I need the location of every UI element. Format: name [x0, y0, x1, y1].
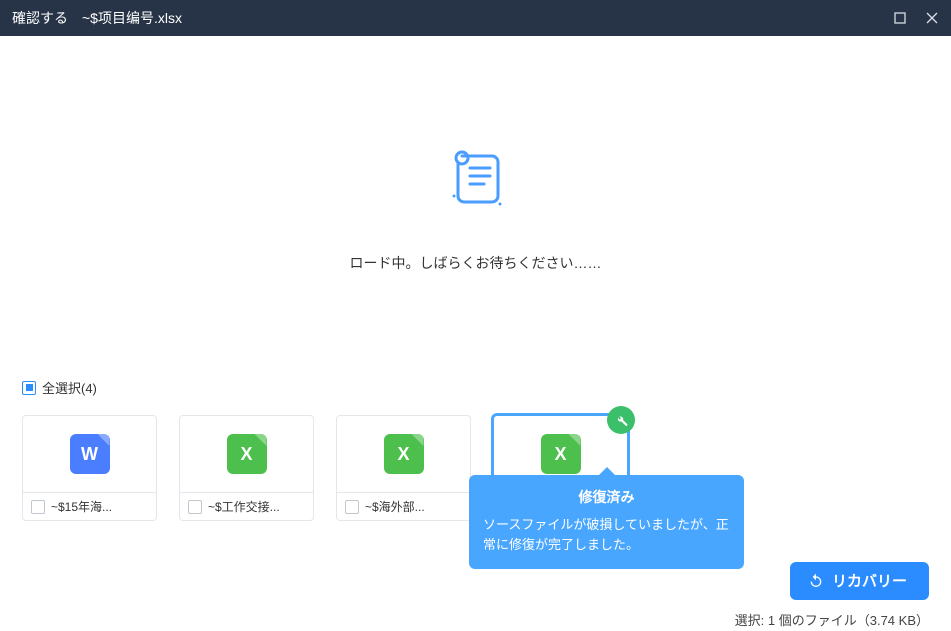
select-all-row: 全選択(4) — [22, 378, 929, 397]
file-checkbox[interactable] — [345, 500, 359, 514]
file-checkbox[interactable] — [188, 500, 202, 514]
document-scroll-icon — [440, 142, 512, 219]
file-preview: X — [337, 416, 470, 492]
select-all-label: 全選択(4) — [42, 378, 97, 397]
file-card-footer: ~$15年海... — [23, 492, 156, 520]
file-name: ~$海外部... — [365, 498, 462, 515]
close-button[interactable] — [925, 11, 939, 25]
loading-text: ロード中。しばらくお待ちください…… — [350, 253, 602, 273]
restore-icon — [808, 573, 824, 589]
loading-zone: ロード中。しばらくお待ちください…… — [22, 36, 929, 378]
file-card-footer: ~$工作交接... — [180, 492, 313, 520]
window-title: 確認する — [12, 8, 68, 28]
file-preview: W — [23, 416, 156, 492]
selection-status: 選択: 1 個のファイル（3.74 KB） — [735, 610, 929, 629]
excel-file-icon: X — [541, 434, 581, 474]
file-preview: X — [180, 416, 313, 492]
bottom-bar: リカバリー 選択: 1 個のファイル（3.74 KB） — [0, 559, 951, 631]
tooltip-title: 修復済み — [483, 487, 730, 509]
excel-file-icon: X — [227, 434, 267, 474]
file-name: ~$工作交接... — [208, 498, 305, 515]
excel-file-icon: X — [384, 434, 424, 474]
titlebar: 確認する ~$项目编号.xlsx — [0, 0, 951, 36]
recover-button[interactable]: リカバリー — [790, 562, 929, 600]
file-card-footer: ~$海外部... — [337, 492, 470, 520]
window-filename: ~$项目编号.xlsx — [82, 8, 182, 28]
tooltip-body: ソースファイルが破損していましたが、正常に修復が完了しました。 — [483, 515, 730, 555]
file-name: ~$15年海... — [51, 498, 148, 515]
select-all-checkbox[interactable] — [22, 381, 36, 395]
file-card[interactable]: X ~$工作交接... — [179, 415, 314, 521]
repair-tooltip: 修復済み ソースファイルが破損していましたが、正常に修復が完了しました。 — [469, 475, 744, 569]
word-file-icon: W — [70, 434, 110, 474]
recover-button-label: リカバリー — [832, 570, 907, 591]
file-checkbox[interactable] — [31, 500, 45, 514]
repaired-badge-icon — [607, 406, 635, 434]
file-card[interactable]: X ~$海外部... — [336, 415, 471, 521]
maximize-button[interactable] — [893, 11, 907, 25]
file-card[interactable]: W ~$15年海... — [22, 415, 157, 521]
